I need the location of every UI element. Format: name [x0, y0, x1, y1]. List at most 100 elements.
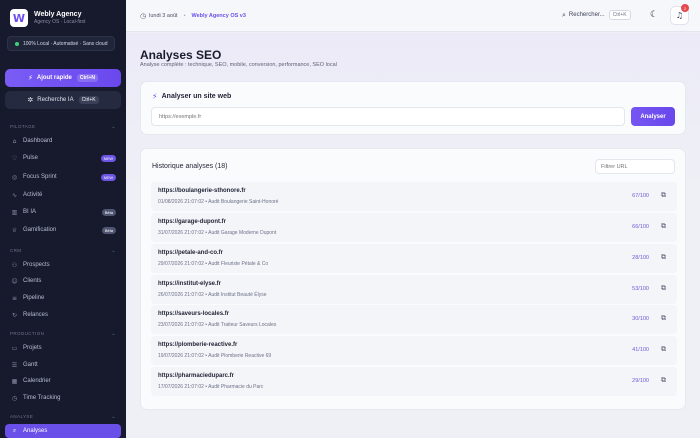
quick-add-button[interactable]: ⚡ Ajout rapide Ctrl+N: [5, 69, 121, 87]
calendar-icon: ▦: [11, 377, 18, 385]
global-search-button[interactable]: ⌕ Rechercher... Ctrl+K: [562, 10, 631, 20]
sidebar-item-gamification[interactable]: ♕ Gamification Bêta: [5, 223, 121, 237]
history-url[interactable]: https://plomberie-reactive.fr: [158, 342, 237, 348]
new-badge: NEW: [100, 154, 116, 162]
beta-badge: Bêta: [101, 226, 116, 234]
new-badge: NEW: [100, 173, 116, 181]
status-dot-icon: [15, 41, 19, 46]
beta-badge: Bêta: [101, 208, 116, 216]
pipeline-icon: ≡: [11, 294, 18, 302]
gantt-icon: ☰: [11, 361, 18, 369]
analyze-card: ⚡ Analyser un site web Analyser: [140, 81, 686, 135]
history-row[interactable]: https://pharmacieduparc.fr 17/07/2026 21…: [151, 367, 677, 396]
topbar: ◷ lundi 3 août • Webly Agency OS v3 ⌕ Re…: [126, 0, 700, 32]
app-version: Webly Agency OS v3: [191, 13, 246, 19]
lightning-icon: ⚡: [152, 92, 158, 101]
sidebar-item-pipeline[interactable]: ≡ Pipeline: [5, 291, 121, 305]
refresh-icon: ↻: [11, 311, 18, 319]
history-row[interactable]: https://garage-dupont.fr 31/07/2026 21:0…: [151, 213, 677, 242]
sidebar-item-activite[interactable]: ∿ Activité: [5, 188, 121, 202]
sidebar-item-analyses[interactable]: ⌕ Analyses: [5, 424, 121, 438]
history-url[interactable]: https://petale-and-co.fr: [158, 250, 223, 256]
external-link-icon[interactable]: ⧉: [661, 284, 666, 293]
moon-icon[interactable]: ☾: [650, 10, 658, 20]
history-row[interactable]: https://saveurs-locales.fr 23/07/2026 21…: [151, 305, 677, 334]
clock-icon: ◷: [140, 12, 147, 20]
analyze-card-title: ⚡ Analyser un site web: [152, 92, 232, 101]
history-score: 28/100: [632, 255, 649, 261]
pulse-icon: ♡: [11, 154, 18, 162]
history-card: Historique analyses (18) https://boulang…: [140, 148, 686, 410]
ai-search-shortcut: Ctrl+K: [78, 96, 99, 104]
filter-url-input[interactable]: [595, 159, 675, 174]
history-meta: 31/07/2026 21:07:02 • Audit Garage Moder…: [158, 230, 277, 236]
sidebar-item-calendrier[interactable]: ▦ Calendrier: [5, 374, 121, 388]
chart-icon: ▥: [11, 208, 18, 216]
history-score: 29/100: [632, 378, 649, 384]
history-url[interactable]: https://garage-dupont.fr: [158, 219, 226, 225]
history-score: 67/100: [632, 193, 649, 199]
target-icon: ◎: [11, 173, 18, 181]
sidebar-item-gantt[interactable]: ☰ Gantt: [5, 358, 121, 372]
lightning-icon: ⚡: [27, 74, 33, 82]
brand-name: Webly Agency: [34, 11, 82, 18]
home-icon: ⌂: [12, 137, 17, 145]
url-input[interactable]: [151, 107, 625, 126]
notification-count-badge: 2: [681, 4, 689, 12]
local-status-badge: 100% Local · Automatisé · Sans cloud: [7, 36, 115, 51]
activity-icon: ∿: [11, 191, 18, 199]
history-meta: 17/07/2026 21:07:02 • Audit Pharmacie du…: [158, 384, 264, 390]
history-url[interactable]: https://pharmacieduparc.fr: [158, 373, 234, 379]
chevron-down-icon: ⌄: [111, 124, 116, 130]
quick-add-shortcut: Ctrl+N: [76, 74, 99, 82]
sparkle-icon: ✲: [27, 96, 34, 104]
section-crm[interactable]: CRM ⌄: [10, 248, 116, 254]
main-content: Analyses SEO Analyse complète : techniqu…: [126, 33, 700, 438]
history-score: 41/100: [632, 347, 649, 353]
history-url[interactable]: https://institut-elyse.fr: [158, 281, 221, 287]
users-icon: ⚇: [11, 261, 18, 269]
history-row[interactable]: https://boulangerie-sthonore.fr 01/08/20…: [151, 182, 677, 211]
brand-subtitle: Agency OS · Local-first: [34, 19, 86, 25]
ai-search-button[interactable]: ✲ Recherche IA Ctrl+K: [5, 91, 121, 109]
external-link-icon[interactable]: ⧉: [661, 253, 666, 262]
sidebar-item-focus-sprint[interactable]: ◎ Focus Sprint NEW: [5, 170, 121, 184]
sidebar-item-bi-ia[interactable]: ▥ BI IA Bêta: [5, 205, 121, 219]
history-meta: 29/07/2026 21:07:02 • Audit Fleuriste Pé…: [158, 261, 269, 267]
trophy-icon: ♕: [11, 226, 18, 234]
section-pilotage[interactable]: PILOTAGE ⌄: [10, 124, 116, 130]
history-score: 53/100: [632, 286, 649, 292]
analyze-button[interactable]: Analyser: [631, 107, 675, 126]
history-row[interactable]: https://petale-and-co.fr 29/07/2026 21:0…: [151, 244, 677, 273]
sidebar-item-dashboard[interactable]: ⌂ Dashboard: [5, 134, 121, 148]
section-analyse[interactable]: ANALYSE ⌄: [10, 414, 116, 420]
external-link-icon[interactable]: ⧉: [661, 222, 666, 231]
history-url[interactable]: https://saveurs-locales.fr: [158, 311, 229, 317]
history-row[interactable]: https://institut-elyse.fr 26/07/2026 21:…: [151, 275, 677, 304]
sidebar-item-clients[interactable]: ☺ Clients: [5, 274, 121, 288]
history-score: 30/100: [632, 316, 649, 322]
sidebar: W Webly Agency Agency OS · Local-first 1…: [0, 0, 126, 438]
chevron-down-icon: ⌄: [111, 331, 116, 337]
history-meta: 23/07/2026 21:07:02 • Audit Traiteur Sav…: [158, 322, 277, 328]
page-subtitle: Analyse complète : technique, SEO, mobil…: [140, 62, 337, 68]
sidebar-item-relances[interactable]: ↻ Relances: [5, 308, 121, 322]
history-url[interactable]: https://boulangerie-sthonore.fr: [158, 188, 246, 194]
sidebar-item-time-tracking[interactable]: ◷ Time Tracking: [5, 391, 121, 405]
history-row[interactable]: https://plomberie-reactive.fr 19/07/2026…: [151, 336, 677, 365]
sidebar-item-prospects[interactable]: ⚇ Prospects: [5, 258, 121, 272]
external-link-icon[interactable]: ⧉: [661, 376, 666, 385]
folder-icon: ▭: [11, 344, 18, 352]
sidebar-item-pulse[interactable]: ♡ Pulse NEW: [5, 151, 121, 165]
date-display: ◷ lundi 3 août • Webly Agency OS v3: [140, 12, 246, 20]
bell-icon: ♫: [675, 11, 684, 20]
brand[interactable]: W Webly Agency Agency OS · Local-first: [10, 9, 85, 27]
external-link-icon[interactable]: ⧉: [661, 314, 666, 323]
external-link-icon[interactable]: ⧉: [661, 191, 666, 200]
search-icon: ⌕: [562, 10, 566, 19]
user-icon: ☺: [11, 277, 18, 285]
section-production[interactable]: PRODUCTION ⌄: [10, 331, 116, 337]
search-icon: ⌕: [12, 427, 17, 434]
sidebar-item-projets[interactable]: ▭ Projets: [5, 341, 121, 355]
external-link-icon[interactable]: ⧉: [661, 345, 666, 354]
